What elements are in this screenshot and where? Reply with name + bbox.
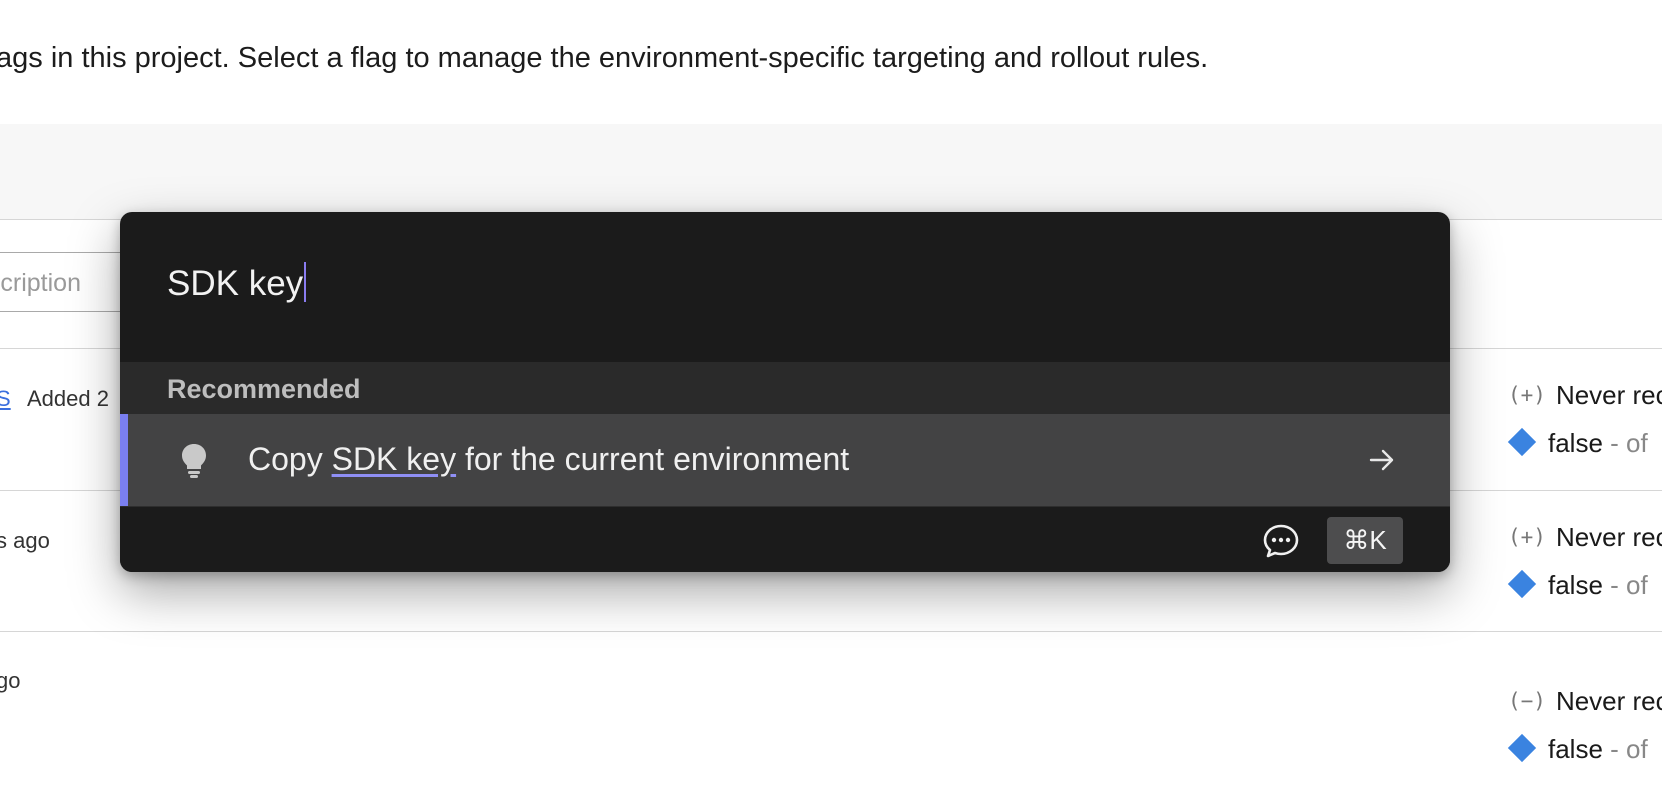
keyboard-shortcut-badge: ⌘K [1327,517,1403,564]
text-caret [304,262,307,302]
palette-footer: ⌘K [120,506,1450,572]
plus-circle-icon: (+) [1508,383,1546,407]
option-label-suffix: for the current environment [456,441,850,477]
option-label: Copy SDK key for the current environment [248,441,849,478]
diamond-icon [1507,427,1537,457]
page-description: ags in this project. Select a flag to ma… [0,42,1209,74]
plus-circle-icon: (+) [1508,525,1546,549]
selection-indicator [120,414,128,506]
variation-label: false [1548,734,1603,764]
command-search-input[interactable]: SDK key [167,262,307,304]
diamond-icon [1507,569,1537,599]
divider [0,631,1662,632]
evaluation-status-text: Never rec [1555,686,1662,716]
variation-value: false - of [1507,733,1648,765]
search-placeholder: escription [0,269,81,297]
flag-name-link[interactable]: S [0,386,11,411]
chat-bubble-icon[interactable] [1262,523,1300,564]
lightbulb-icon [180,442,208,483]
evaluation-status: (+) Never rec [1508,380,1662,411]
evaluation-status-text: Never rec [1555,380,1662,410]
flag-added-meta: go [0,668,21,693]
command-palette: SDK key Recommended Copy SDK key for the… [120,212,1450,572]
variation-suffix: - of [1602,734,1648,764]
variation-label: false [1548,570,1603,600]
copy-sdk-key-option[interactable]: Copy SDK key for the current environment [120,414,1450,506]
option-label-match: SDK key [331,441,457,477]
variation-value: false - of [1507,569,1648,601]
minus-circle-icon: (−) [1508,689,1546,713]
section-label: Recommended [167,374,361,404]
variation-value: false - of [1507,427,1648,459]
diamond-icon [1507,733,1537,763]
filter-bar [0,124,1662,219]
flag-added-meta: s ago [0,528,50,553]
command-query: SDK key [167,264,304,303]
option-label-prefix: Copy [248,441,332,477]
evaluation-status: (−) Never rec [1508,686,1662,717]
recommended-section-header: Recommended [120,362,1450,414]
variation-suffix: - of [1602,428,1648,458]
evaluation-status-text: Never rec [1555,522,1662,552]
variation-label: false [1548,428,1603,458]
arrow-right-icon [1368,446,1396,479]
variation-suffix: - of [1602,570,1648,600]
evaluation-status: (+) Never rec [1508,522,1662,553]
flag-added-meta: Added 2 [27,386,109,411]
